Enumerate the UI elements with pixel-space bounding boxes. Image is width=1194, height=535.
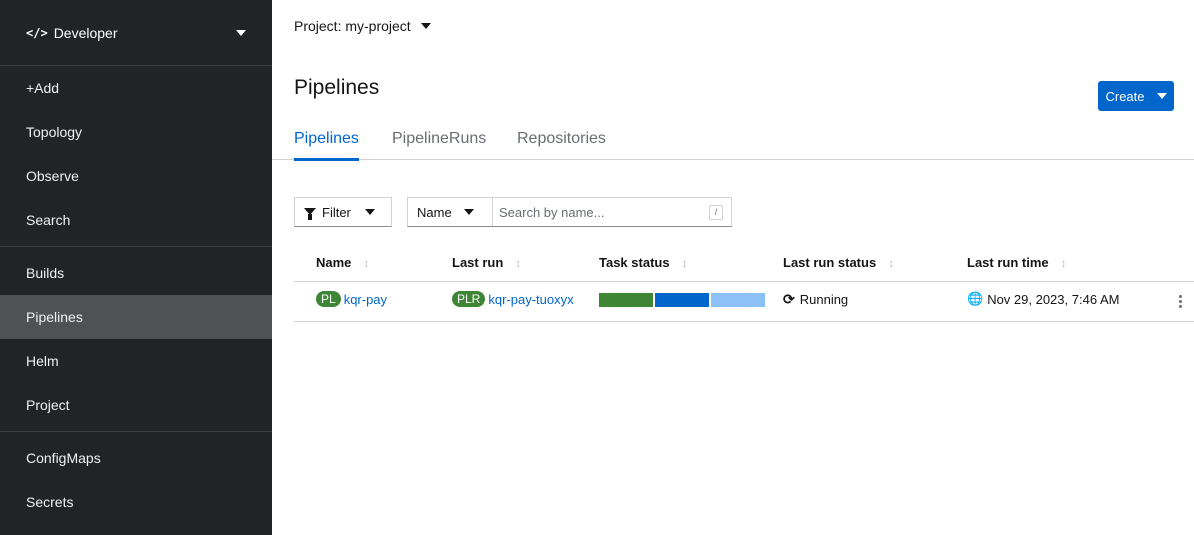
sync-icon: ⟳: [783, 291, 795, 307]
sidebar-item-project[interactable]: Project: [0, 383, 272, 427]
column-header-label: Last run status: [783, 255, 877, 270]
caret-down-icon: [420, 23, 431, 29]
table-row: PL kqr-pay PLR kqr-pay-tuoxyx ⟳ Running …: [294, 281, 1194, 322]
sidebar-item-helm[interactable]: Helm: [0, 339, 272, 383]
run-status-text: Running: [799, 292, 849, 307]
perspective-label: Developer: [53, 24, 118, 41]
sidebar-item-secrets[interactable]: Secrets: [0, 480, 272, 524]
filter-label: Filter: [322, 204, 351, 220]
keyboard-shortcut-hint: /: [709, 205, 723, 220]
perspective-switcher[interactable]: </> Developer: [0, 0, 272, 66]
pipelinerun-badge: PLR: [452, 291, 486, 307]
create-button[interactable]: Create: [1098, 81, 1174, 111]
column-header-label: Last run: [452, 255, 504, 270]
last-run-time-cell: 🌐 Nov 29, 2023, 7:46 AM: [967, 291, 1119, 307]
caret-down-icon: [364, 209, 375, 215]
task-status-succeeded: [599, 293, 653, 307]
tab-pipelineruns[interactable]: PipelineRuns: [392, 130, 486, 158]
last-run-status-cell: ⟳ Running: [783, 291, 848, 308]
column-header-label: Name: [316, 255, 352, 270]
search-input[interactable]: [499, 204, 699, 220]
filter-type-select[interactable]: Name: [407, 197, 493, 227]
sidebar-divider: [0, 246, 272, 247]
pipelinerun-link[interactable]: kqr-pay-tuoxyx: [488, 292, 573, 307]
create-label: Create: [1105, 88, 1145, 104]
task-status-pending: [711, 293, 765, 307]
globe-icon: 🌐: [967, 291, 984, 306]
project-selector[interactable]: Project: my-project: [294, 18, 431, 34]
sort-icon: ↕: [1060, 255, 1067, 270]
filter-type-label: Name: [417, 204, 452, 220]
kebab-menu-icon[interactable]: [1174, 290, 1186, 312]
run-time-text: Nov 29, 2023, 7:46 AM: [987, 291, 1120, 307]
pipeline-name-cell: PL kqr-pay: [316, 291, 387, 307]
column-header-last-run-time[interactable]: Last run time ↕: [967, 255, 1067, 270]
sort-icon: ↕: [363, 255, 370, 270]
column-header-label: Task status: [599, 255, 670, 270]
sort-icon: ↕: [515, 255, 522, 270]
column-header-name[interactable]: Name ↕: [316, 255, 369, 270]
sidebar-divider: [0, 431, 272, 432]
page-title: Pipelines: [294, 76, 380, 99]
sidebar-item-add[interactable]: +Add: [0, 66, 272, 110]
tab-pipelines[interactable]: Pipelines: [294, 130, 359, 161]
sort-icon: ↕: [681, 255, 688, 270]
main-content: Project: my-project Pipelines Create Pip…: [272, 0, 1194, 535]
tab-bar: Pipelines PipelineRuns Repositories: [272, 124, 1194, 161]
filter-icon: [304, 207, 316, 220]
caret-down-icon: [463, 209, 474, 215]
sidebar-item-builds[interactable]: Builds: [0, 251, 272, 295]
code-icon: </>: [26, 25, 48, 40]
column-header-last-run-status[interactable]: Last run status ↕: [783, 255, 894, 270]
column-header-task-status[interactable]: Task status ↕: [599, 255, 688, 270]
caret-down-icon: [1156, 93, 1167, 99]
sidebar-item-configmaps[interactable]: ConfigMaps: [0, 436, 272, 480]
sidebar: </> Developer +Add Topology Observe Sear…: [0, 0, 272, 535]
sidebar-item-topology[interactable]: Topology: [0, 110, 272, 154]
task-status-bar[interactable]: [599, 293, 767, 307]
task-status-running: [655, 293, 709, 307]
column-header-last-run[interactable]: Last run ↕: [452, 255, 521, 270]
search-box: /: [492, 197, 732, 227]
sort-icon: ↕: [888, 255, 895, 270]
pipeline-link[interactable]: kqr-pay: [344, 292, 387, 307]
pipeline-badge: PL: [316, 291, 341, 307]
sidebar-item-search[interactable]: Search: [0, 198, 272, 242]
project-label: Project: my-project: [294, 18, 411, 34]
sidebar-item-observe[interactable]: Observe: [0, 154, 272, 198]
filter-button[interactable]: Filter: [294, 197, 392, 227]
column-header-label: Last run time: [967, 255, 1049, 270]
caret-down-icon: [236, 29, 246, 36]
tab-repositories[interactable]: Repositories: [517, 130, 606, 158]
last-run-cell: PLR kqr-pay-tuoxyx: [452, 291, 574, 307]
sidebar-item-pipelines[interactable]: Pipelines: [0, 295, 272, 339]
